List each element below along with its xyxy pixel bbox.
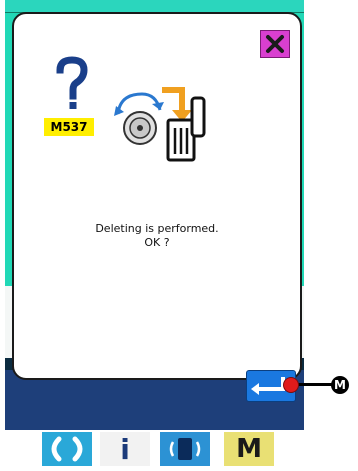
communication-button[interactable] xyxy=(160,432,210,466)
communication-icon xyxy=(169,438,201,460)
reset-icon xyxy=(51,436,83,462)
message-line-2: OK ? xyxy=(144,236,170,249)
info-button[interactable]: i xyxy=(100,432,150,466)
mode-icon: M xyxy=(236,434,262,464)
close-button[interactable] xyxy=(260,30,290,58)
info-icon: i xyxy=(120,432,130,466)
close-icon xyxy=(266,35,284,53)
question-mark-icon xyxy=(56,56,88,109)
reset-button[interactable] xyxy=(42,432,92,466)
message-line-1: Deleting is performed. xyxy=(95,222,219,235)
callout-label: M xyxy=(331,376,349,394)
trash-can-icon xyxy=(114,87,206,162)
message-code-badge: M537 xyxy=(44,118,94,136)
mode-button[interactable]: M xyxy=(224,432,274,466)
callout-line xyxy=(294,383,334,386)
callout-marker xyxy=(283,377,299,393)
confirmation-message: Deleting is performed. OK ? xyxy=(12,222,302,250)
